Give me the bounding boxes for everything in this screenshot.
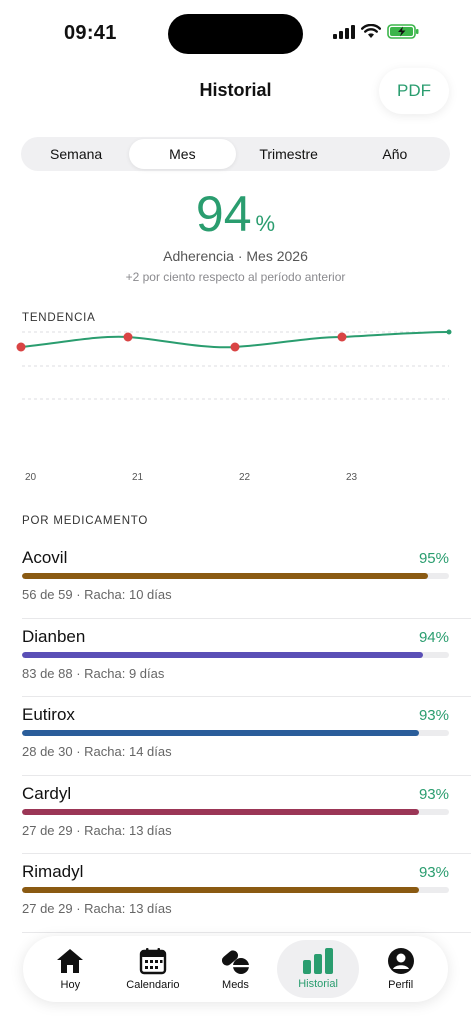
tab-meds[interactable]: Meds <box>194 940 277 998</box>
trend-point <box>123 332 133 342</box>
trend-end-point <box>446 329 452 335</box>
x-tick-label: 20 <box>25 472 37 483</box>
medication-row[interactable]: Eutirox 93% 28 de 30 · Racha: 14 días <box>22 697 471 776</box>
adherence-bar <box>22 887 449 893</box>
medications-section-label: POR MEDICAMENTO <box>22 515 149 527</box>
status-icons <box>333 24 419 39</box>
x-tick-label: 22 <box>239 472 251 483</box>
medication-percent: 93% <box>418 785 449 803</box>
adherence-label: Adherencia · Mes 2026 <box>163 248 308 264</box>
segment-mes[interactable]: Mes <box>129 139 236 169</box>
trend-point <box>16 342 26 352</box>
medication-list: Acovil 95% 56 de 59 · Racha: 10 días Dia… <box>22 540 471 933</box>
profile-icon <box>387 948 414 974</box>
medication-name: Acovil <box>22 548 68 567</box>
tab-label: Hoy <box>60 979 81 991</box>
medication-row[interactable]: Acovil 95% 56 de 59 · Racha: 10 días <box>22 540 471 619</box>
tab-label: Historial <box>298 978 338 990</box>
battery-charging-icon <box>387 24 419 39</box>
medication-row[interactable]: Cardyl 93% 27 de 29 · Racha: 13 días <box>22 776 471 854</box>
x-tick-label: 23 <box>346 472 358 483</box>
adherence-bar-fill <box>22 651 424 658</box>
tab-hoy[interactable]: Hoy <box>29 940 112 998</box>
home-icon <box>57 949 84 973</box>
medication-meta: 83 de 88 · Racha: 9 días <box>22 665 165 681</box>
trend-point <box>230 342 240 352</box>
calendar-icon <box>139 948 167 975</box>
medication-percent: 93% <box>418 864 449 881</box>
status-bar: 09:41 <box>0 0 471 62</box>
adherence-bar <box>22 808 449 815</box>
pdf-export-button[interactable]: PDF <box>379 68 449 114</box>
tab-bar: Hoy Calendario Meds Historial Perfil <box>23 936 448 1002</box>
tab-label: Perfil <box>388 979 414 991</box>
tab-label: Meds <box>222 979 249 991</box>
medication-meta: 28 de 30 · Racha: 14 días <box>22 744 172 759</box>
x-tick-label: 21 <box>132 472 144 483</box>
medication-name: Eutirox <box>22 705 75 724</box>
medication-meta: 27 de 29 · Racha: 13 días <box>22 822 172 838</box>
nav-header: Historial PDF <box>0 62 471 122</box>
adherence-delta: +2 por ciento respecto al período anteri… <box>125 270 346 284</box>
medication-name: Dianben <box>22 626 86 646</box>
adherence-value: 94 % <box>196 183 275 245</box>
tab-calendario[interactable]: Calendario <box>112 940 195 998</box>
adherence-number: 94 <box>195 186 252 242</box>
adherence-unit: % <box>255 211 276 236</box>
medication-row[interactable]: Rimadyl 93% 27 de 29 · Racha: 13 días <box>22 854 471 933</box>
trend-chart: 20 21 22 23 <box>16 329 452 483</box>
adherence-bar-fill <box>22 887 420 893</box>
tab-perfil[interactable]: Perfil <box>359 940 442 998</box>
adherence-bar <box>22 651 449 658</box>
trend-section-label: TENDENCIA <box>22 312 96 324</box>
signal-icon <box>333 24 355 39</box>
pills-icon <box>222 950 250 974</box>
bar-chart-icon <box>303 948 334 974</box>
medication-percent: 94% <box>418 628 449 646</box>
trend-point <box>337 332 347 342</box>
segment-semana[interactable]: Semana <box>23 139 129 169</box>
wifi-icon <box>361 24 381 38</box>
medication-row[interactable]: Dianben 94% 83 de 88 · Racha: 9 días <box>22 619 471 697</box>
medication-percent: 93% <box>418 707 449 724</box>
segment-trimestre[interactable]: Trimestre <box>236 139 342 169</box>
medication-meta: 27 de 29 · Racha: 13 días <box>22 901 172 916</box>
medication-name: Cardyl <box>22 783 72 803</box>
adherence-summary: 94 % Adherencia · Mes 2026 +2 por ciento… <box>0 183 471 284</box>
segment-ano[interactable]: Año <box>342 139 448 169</box>
medication-meta: 56 de 59 · Racha: 10 días <box>22 587 172 602</box>
adherence-bar <box>22 573 449 579</box>
medication-percent: 95% <box>418 550 449 567</box>
period-segmented-control: Semana Mes Trimestre Año <box>21 137 450 171</box>
tab-historial[interactable]: Historial <box>276 940 360 998</box>
medication-name: Rimadyl <box>22 862 84 881</box>
adherence-bar <box>22 730 449 736</box>
tab-label: Calendario <box>126 979 180 991</box>
adherence-bar-fill <box>22 808 420 815</box>
status-time: 09:41 <box>64 22 117 44</box>
adherence-bar-fill <box>22 573 428 579</box>
dynamic-island <box>168 14 303 54</box>
adherence-bar-fill <box>22 730 420 736</box>
